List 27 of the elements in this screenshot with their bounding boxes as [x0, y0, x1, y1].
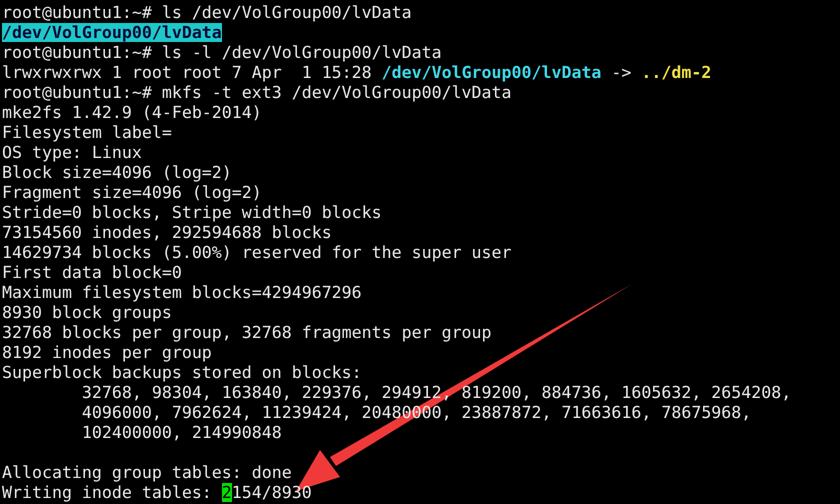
terminal-text: OS type: Linux: [2, 143, 142, 162]
terminal-text: Maximum filesystem blocks=4294967296: [2, 283, 362, 302]
terminal-text: root@ubuntu1:~# ls /dev/VolGroup00/lvData: [2, 3, 412, 22]
terminal-text: First data block=0: [2, 263, 182, 282]
terminal-text: Allocating group tables: done: [2, 463, 292, 482]
terminal-text: root@ubuntu1:~# ls -l /dev/VolGroup00/lvData: [2, 43, 442, 62]
terminal-text: 154/8930: [232, 483, 312, 502]
terminal-text: lrwxrwxrwx 1 root root 7 Apr 1 15:28: [2, 63, 373, 82]
terminal-text: 8930 block groups: [2, 303, 172, 322]
terminal-text: Block size=4096 (log=2): [2, 163, 232, 182]
terminal-text: Superblock backups stored on blocks:: [2, 363, 362, 382]
directory-path: /dev/VolGroup00/lvData: [382, 63, 602, 82]
terminal-text: 102400000, 214990848: [80, 423, 282, 442]
terminal-text: Fragment size=4096 (log=2): [2, 183, 262, 202]
terminal-text: Writing inode tables:: [2, 483, 213, 502]
terminal-text: Stride=0 blocks, Stripe width=0 blocks: [2, 203, 382, 222]
terminal-text: 73154560 inodes, 292594688 blocks: [2, 223, 332, 242]
terminal-text: root@ubuntu1:~# mkfs -t ext3 /dev/VolGroup00/lvData: [2, 83, 512, 102]
terminal-text: ->: [610, 63, 632, 82]
terminal-text: 32768 blocks per group, 32768 fragments per group: [2, 323, 492, 342]
terminal-text: 14629734 blocks (5.00%) reserved for the super user: [2, 243, 512, 262]
terminal-text: 8192 inodes per group: [2, 343, 212, 362]
link-target: ../dm-2: [641, 63, 712, 82]
highlighted-path: /dev/VolGroup00/lvData: [2, 23, 222, 42]
terminal-text: mke2fs 1.42.9 (4-Feb-2014): [2, 103, 262, 122]
terminal-text: Filesystem label=: [2, 123, 172, 142]
cursor: 2: [222, 483, 232, 502]
